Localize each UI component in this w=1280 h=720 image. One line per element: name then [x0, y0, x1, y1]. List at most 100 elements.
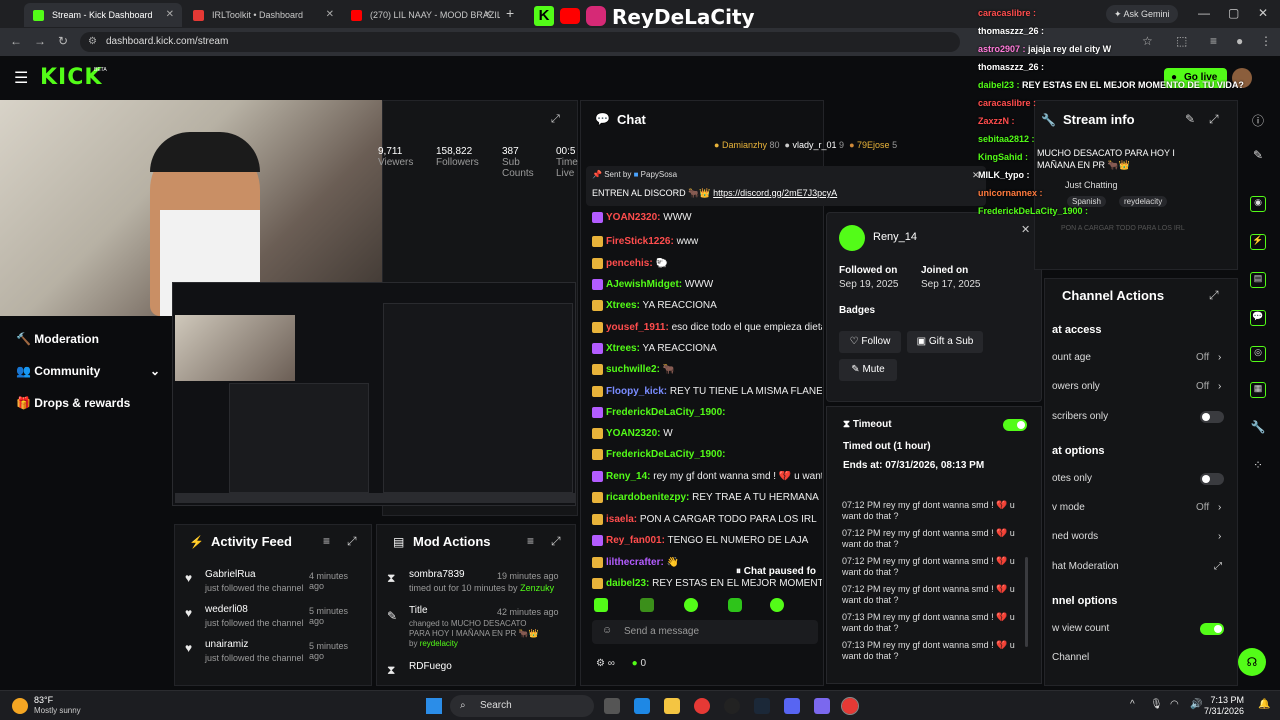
tab-youtube[interactable]: (270) LIL NAAY - MOOD BRAZIL ✕	[342, 3, 500, 27]
setting-row[interactable]: scribers only	[1052, 411, 1228, 423]
emote-icon[interactable]	[594, 598, 608, 612]
sidebar-item-community[interactable]: 👥 Community ⌄	[16, 364, 160, 378]
maximize-icon[interactable]: ▢	[1228, 6, 1239, 20]
setting-row[interactable]: Channel	[1052, 652, 1228, 663]
chat-username[interactable]: FireStick1226:	[606, 236, 674, 247]
wrench-icon[interactable]: 🔧	[1250, 420, 1266, 436]
tab-irltoolkit[interactable]: IRLToolkit • Dashboard ✕	[184, 3, 342, 27]
document-icon[interactable]: ▤	[1250, 272, 1266, 288]
tab-kick-dashboard[interactable]: Stream - Kick Dashboard ✕	[24, 3, 182, 27]
new-tab-icon[interactable]: +	[506, 5, 514, 21]
extensions-icon[interactable]: ⬚	[1176, 34, 1187, 48]
close-icon[interactable]: ✕	[1021, 223, 1030, 236]
mic-icon[interactable]: 🎙	[1150, 699, 1163, 710]
ask-gemini-button[interactable]: ✦ Ask Gemini	[1106, 5, 1178, 23]
chat-username[interactable]: YOAN2320:	[606, 428, 660, 439]
discord-icon[interactable]	[784, 698, 800, 714]
chat-username[interactable]: Xtrees:	[606, 300, 640, 311]
pinned-by[interactable]: PapySosa	[641, 170, 677, 179]
gifter-name[interactable]: Damianzhy	[722, 140, 767, 150]
expand-icon[interactable]: ⤢	[347, 534, 357, 549]
setting-row[interactable]: w view count	[1052, 623, 1228, 635]
filter-icon[interactable]: ≡	[527, 534, 534, 548]
edit-icon[interactable]: ✎	[1185, 112, 1195, 126]
task-view-icon[interactable]	[604, 698, 620, 714]
sidebar-item-drops[interactable]: 🎁 Drops & rewards	[16, 396, 130, 410]
setting-row[interactable]: v mode Off ›	[1052, 502, 1228, 513]
chrome-active-icon[interactable]	[841, 697, 859, 715]
stream-preview-video[interactable]	[172, 282, 576, 506]
chat-username[interactable]: pencehis:	[606, 258, 653, 269]
tray-chevron-icon[interactable]: ^	[1130, 699, 1135, 710]
info-icon[interactable]: ⓘ	[1250, 112, 1266, 128]
setting-row[interactable]: owers only Off ›	[1052, 381, 1228, 392]
expand-icon[interactable]: ⤢	[1209, 288, 1219, 303]
tag-channel[interactable]: reydelacity	[1119, 196, 1168, 207]
setting-toggle[interactable]	[1200, 623, 1224, 635]
close-tab-icon[interactable]: ✕	[326, 3, 334, 27]
chat-username[interactable]: FrederickDeLaCity_1900:	[606, 449, 726, 460]
mod-by[interactable]: reydelacity	[420, 639, 458, 648]
chat-username[interactable]: Floopy_kick:	[606, 386, 667, 397]
activity-user[interactable]: wederli08	[205, 604, 248, 615]
steam-icon[interactable]	[754, 698, 770, 714]
gifter-name[interactable]: 79Ejose	[857, 140, 890, 150]
bookmark-star-icon[interactable]: ☆	[1142, 34, 1153, 48]
category[interactable]: Just Chatting	[1065, 180, 1118, 190]
setting-row[interactable]: ned words ›	[1052, 531, 1228, 542]
expand-icon[interactable]: ⤢	[551, 534, 561, 549]
setting-toggle[interactable]	[1200, 411, 1224, 423]
chat-username[interactable]: YOAN2320:	[606, 212, 660, 223]
follow-button[interactable]: ♡ Follow	[839, 331, 901, 353]
chat-username[interactable]: lilthecrafter:	[606, 557, 664, 568]
profile-icon[interactable]: ●	[1236, 34, 1243, 48]
camera-icon[interactable]: ◉	[1250, 196, 1266, 212]
support-headset-icon[interactable]: ☊	[1238, 648, 1266, 676]
setting-row[interactable]: otes only	[1052, 473, 1228, 485]
taskbar-search[interactable]: ⌕ Search	[450, 695, 594, 717]
back-icon[interactable]: ←	[10, 34, 22, 48]
chat-username[interactable]: isaela:	[606, 514, 637, 525]
downloads-icon[interactable]: ≡	[1210, 34, 1217, 48]
pencil-icon[interactable]: ✎	[1250, 148, 1266, 164]
setting-toggle[interactable]	[1200, 473, 1224, 485]
chat-username[interactable]: Reny_14:	[606, 471, 650, 482]
menu-dots-icon[interactable]: ⋮	[1260, 34, 1272, 48]
activity-user[interactable]: unairamiz	[205, 639, 248, 650]
chat-username[interactable]: suchwille2:	[606, 364, 660, 375]
chat-username[interactable]: yousef_1911:	[606, 322, 669, 333]
expand-icon[interactable]: ⤢	[551, 113, 560, 126]
chat-username[interactable]: FrederickDeLaCity_1900:	[606, 407, 726, 418]
lightning-icon[interactable]: ⚡	[1250, 234, 1266, 250]
mod-user[interactable]: RDFuego	[409, 661, 452, 672]
reload-icon[interactable]: ↻	[58, 34, 68, 48]
chat-username[interactable]: Rey_fan001:	[606, 535, 665, 546]
close-tab-icon[interactable]: ✕	[484, 3, 492, 27]
chat-input[interactable]: ☺ Send a message	[592, 620, 818, 644]
apps-icon[interactable]: ⁘	[1250, 458, 1266, 474]
mod-user[interactable]: sombra7839	[409, 569, 465, 580]
timeout-toggle[interactable]	[1003, 419, 1027, 431]
close-window-icon[interactable]: ✕	[1258, 6, 1268, 20]
sidebar-item-moderation[interactable]: 🔨 Moderation	[16, 332, 99, 346]
chat-username[interactable]: daibel23:	[606, 578, 649, 589]
expand-icon[interactable]: ⤢	[1209, 112, 1219, 127]
close-tab-icon[interactable]: ✕	[166, 3, 174, 27]
chat-username[interactable]: AJewishMidget:	[606, 279, 682, 290]
obs-icon[interactable]	[724, 698, 740, 714]
edge-icon[interactable]	[634, 698, 650, 714]
teams-icon[interactable]	[814, 698, 830, 714]
user-card-username[interactable]: Reny_14	[873, 231, 917, 243]
activity-user[interactable]: GabrielRua	[205, 569, 256, 580]
gifter-name[interactable]: vlady_r_01	[792, 140, 836, 150]
mute-button[interactable]: ✎ Mute	[839, 359, 897, 381]
setting-row[interactable]: ount age Off ›	[1052, 352, 1228, 363]
hamburger-menu-icon[interactable]: ☰	[14, 68, 28, 88]
chrome-icon[interactable]	[694, 698, 710, 714]
settings-icon[interactable]: ⚙	[596, 658, 605, 669]
setting-row[interactable]: hat Moderation ⤢	[1052, 561, 1228, 572]
file-explorer-icon[interactable]	[664, 698, 680, 714]
windows-start-icon[interactable]	[426, 698, 442, 714]
chat-paused-indicator[interactable]: ⏸ Chat paused fo	[736, 566, 816, 577]
chat-username[interactable]: ricardobenitezpy:	[606, 492, 689, 503]
